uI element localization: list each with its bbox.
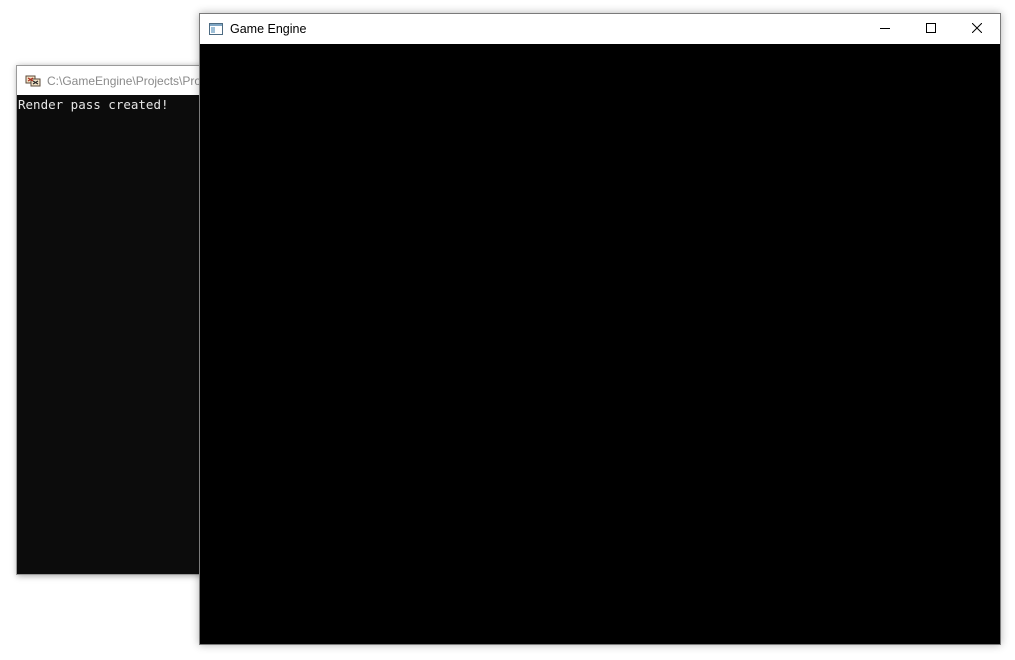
console-titlebar[interactable]: C:\GameEngine\Projects\Projects — [17, 66, 215, 95]
game-engine-window[interactable]: Game Engine — [199, 13, 1001, 645]
maximize-icon — [926, 20, 936, 38]
close-button[interactable] — [954, 14, 1000, 44]
game-engine-titlebar[interactable]: Game Engine — [200, 14, 1000, 44]
caption-buttons — [862, 14, 1000, 44]
render-viewport[interactable] — [200, 44, 1000, 644]
minimize-button[interactable] — [862, 14, 908, 44]
minimize-icon — [880, 20, 890, 38]
window-app-icon — [208, 21, 224, 37]
console-output-line: Render pass created! — [18, 97, 169, 112]
game-engine-window-title: Game Engine — [230, 22, 307, 36]
console-app-icon — [25, 73, 41, 89]
console-window[interactable]: C:\GameEngine\Projects\Projects Render p… — [16, 65, 216, 575]
maximize-button[interactable] — [908, 14, 954, 44]
console-output[interactable]: Render pass created! — [17, 95, 215, 574]
console-window-title: C:\GameEngine\Projects\Projects — [47, 73, 215, 88]
close-icon — [971, 20, 983, 38]
